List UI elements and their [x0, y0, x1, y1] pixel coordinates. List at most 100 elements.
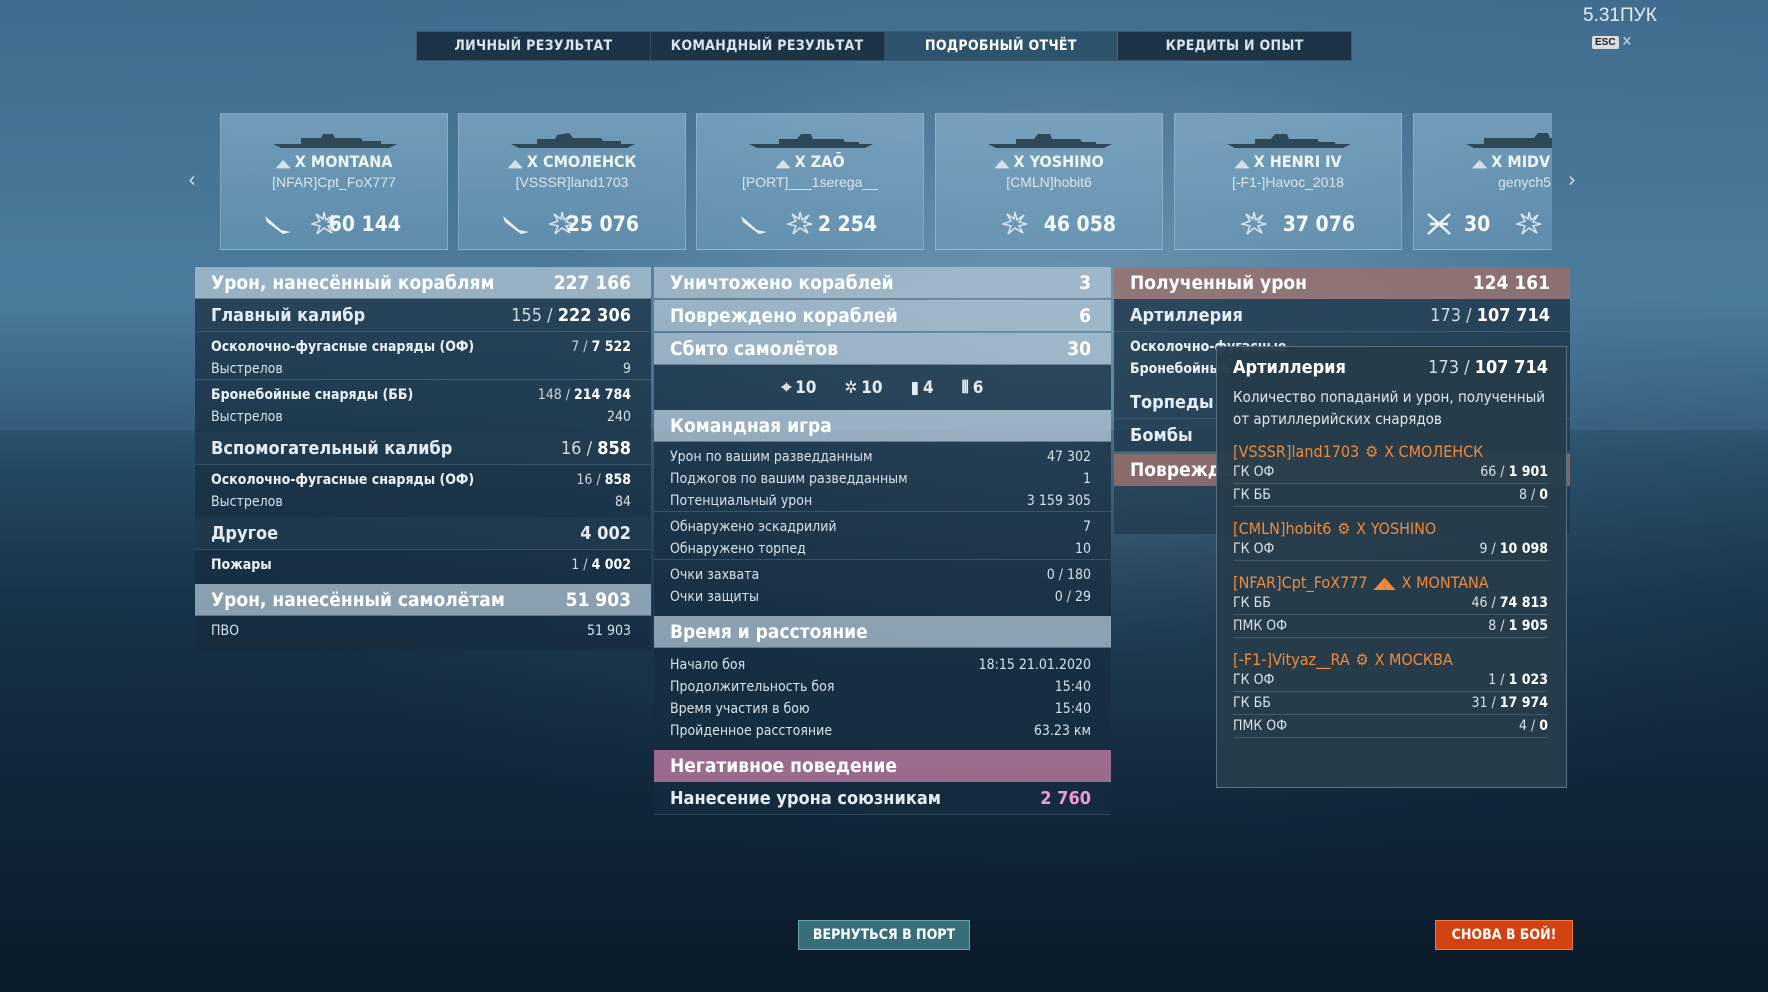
damage-burst-icon — [1002, 211, 1028, 235]
tier-icon: ◢◣ — [275, 157, 291, 170]
ping-readout: 5.31ПУК — [1583, 5, 1657, 26]
label: Бронебойные снаряды (ББ) — [211, 387, 414, 403]
tab-personal[interactable]: ЛИЧНЫЙ РЕЗУЛЬТАТ — [417, 32, 651, 60]
value: 15:40 — [1054, 679, 1091, 695]
ship-card[interactable]: ◢◣ X MONTANA [NFAR]Cpt_FoX777 60 144 — [220, 113, 448, 250]
source-row: ПМК ОФ 8 / 1 905 — [1233, 615, 1548, 638]
fires-row: Пожары 1 / 4 002 — [195, 554, 651, 576]
label: Сбито самолётов — [670, 337, 839, 360]
crosshair-icon: ⌖ — [781, 377, 792, 398]
source-row: ГК ОФ 1 / 1 023 — [1233, 669, 1548, 692]
ship-name: ◢◣ X ZAŌ — [775, 152, 845, 171]
label: Очки защиты — [670, 589, 759, 605]
plane-stat: ✲ 10 — [844, 377, 883, 398]
label: Продолжительность боя — [670, 679, 835, 695]
tab-detailed[interactable]: ПОДРОБНЫЙ ОТЧЁТ — [884, 32, 1119, 60]
damage-ships-header: Урон, нанесённый кораблям 227 166 — [195, 267, 651, 299]
damage-burst-icon — [1241, 211, 1267, 235]
label: Потенциальный урон — [670, 492, 813, 509]
value: 51 903 — [586, 623, 631, 639]
rocket-icon: ⫴ — [961, 377, 969, 398]
ship-name: ◢◣ X СМОЛЕНСК — [507, 152, 637, 171]
label: Выстрелов — [211, 409, 283, 425]
value: 3 — [1079, 271, 1091, 294]
ship-class-icon: ⚙ — [1355, 650, 1369, 669]
aa-row: ПВО 51 903 — [195, 620, 651, 642]
shell-icon — [503, 216, 529, 234]
label: Негативное поведение — [670, 755, 897, 777]
combat-summary-panel: Уничтожено кораблей 3 Повреждено кораблей… — [654, 267, 1111, 815]
value: 1 / 4 002 — [571, 557, 631, 573]
artillery-row[interactable]: Артиллерия 173 / 107 714 — [1114, 299, 1570, 332]
label: Повреждено кораблей — [670, 304, 898, 327]
plane-stat: ⌖ 10 — [781, 377, 817, 398]
carousel-prev-icon[interactable]: ‹ — [188, 168, 196, 193]
source-row: ПМК ОФ 4 / 0 — [1233, 715, 1548, 738]
damage-burst-icon — [787, 211, 813, 235]
value: 7 — [1082, 519, 1091, 535]
label: Артиллерия — [1130, 304, 1243, 326]
tab-team[interactable]: КОМАНДНЫЙ РЕЗУЛЬТАТ — [651, 32, 885, 60]
ship-damage-value: 30 — [1464, 212, 1491, 236]
value: 15:40 — [1054, 701, 1091, 717]
team-play-header: Командная игра — [654, 410, 1111, 442]
ship-card[interactable]: ◢◣ X YOSHINO [CMLN]hobit6 46 058 — [935, 113, 1163, 250]
battle-again-button[interactable]: СНОВА В БОЙ! — [1435, 920, 1573, 950]
shell-icon — [265, 216, 291, 234]
ship-damage-value: 60 144 — [328, 212, 401, 236]
return-to-port-button[interactable]: ВЕРНУТЬСЯ В ПОРТ — [798, 920, 970, 950]
value: 124 161 — [1472, 272, 1550, 294]
tooltip-title: Артиллерия — [1233, 357, 1346, 378]
tier-icon: ◢◣ — [507, 157, 523, 170]
plane-stat: ▮ 4 — [910, 377, 934, 398]
ship-card[interactable]: ◢◣ X HENRI IV [-F1-]Havoc_2018 37 076 — [1174, 113, 1402, 250]
ship-class-icon: ⚙ — [1365, 442, 1379, 461]
close-icon[interactable]: ✕ — [1622, 34, 1633, 50]
label: ПВО — [211, 623, 240, 639]
label: Вспомогательный калибр — [211, 437, 453, 459]
value: 1 — [1082, 471, 1091, 487]
label: Пожары — [211, 557, 272, 573]
secondary-row: Вспомогательный калибр 16 / 858 — [195, 432, 651, 465]
tooltip-description: Количество попаданий и урон, полученный … — [1233, 388, 1546, 428]
ship-card[interactable]: ◢◣ X MIDV genych5 30 — [1413, 113, 1552, 250]
player-name: genych5 — [1498, 174, 1551, 190]
source-header: [-F1-]Vityaz__RA ⚙ X МОСКВА — [1233, 650, 1453, 669]
value: 155 / 222 306 — [511, 304, 631, 326]
tooltip-header: Артиллерия 173 / 107 714 — [1233, 357, 1548, 378]
label: Время и расстояние — [670, 620, 868, 643]
label: Осколочно-фугасные снаряды (ОФ) — [211, 472, 475, 488]
ship-class-icon: ◢◣ — [1373, 573, 1396, 592]
ship-card[interactable]: ◢◣ X СМОЛЕНСК [VSSSR]land1703 25 076 — [458, 113, 686, 250]
label: Бронебойные — [1130, 361, 1230, 377]
sec-he-row: Осколочно-фугасные снаряды (ОФ) 16 / 858 — [195, 469, 651, 491]
damage-dealt-panel: Урон, нанесённый кораблям 227 166 Главный… — [195, 267, 651, 650]
source-row: ГК ББ 46 / 74 813 — [1233, 592, 1548, 615]
carousel-next-icon[interactable]: › — [1568, 168, 1576, 193]
label: Пройденное расстояние — [670, 723, 833, 739]
value: 173 / 107 714 — [1430, 304, 1550, 326]
tier-icon: ◢◣ — [1472, 157, 1488, 170]
player-name: [VSSSR]land1703 — [515, 174, 629, 190]
esc-key-hint: ESC — [1592, 35, 1619, 49]
source-row: ГК ОФ 66 / 1 901 — [1233, 461, 1548, 484]
label: Уничтожено кораблей — [670, 271, 894, 294]
spotting-damage-row: Урон по вашим разведданным 47 302 — [654, 446, 1111, 468]
squadrons-row: Обнаружено эскадрилий 7 — [654, 516, 1111, 538]
time-distance-header: Время и расстояние — [654, 616, 1111, 648]
tab-credits-xp[interactable]: КРЕДИТЫ И ОПЫТ — [1118, 32, 1351, 60]
ship-silhouette-icon — [273, 134, 397, 148]
label: Другое — [211, 522, 279, 544]
close-control[interactable]: ESC ✕ — [1592, 34, 1632, 50]
ship-damage-value: 25 076 — [566, 212, 639, 236]
damage-planes-header: Урон, нанесённый самолётам 51 903 — [195, 584, 651, 616]
fighter-icon: ✲ — [844, 377, 858, 398]
value: 51 903 — [565, 588, 631, 611]
source-row: ГК ББ 8 / 0 — [1233, 484, 1548, 507]
ship-silhouette-icon — [511, 133, 635, 148]
label: Бомбы — [1130, 424, 1193, 446]
value: 18:15 21.01.2020 — [978, 657, 1091, 673]
ship-card[interactable]: ◢◣ X ZAŌ [PORT]___1serega__ 2 254 — [696, 113, 924, 250]
ap-shots-row: Выстрелов 240 — [195, 406, 651, 428]
results-tabs: ЛИЧНЫЙ РЕЗУЛЬТАТ КОМАНДНЫЙ РЕЗУЛЬТАТ ПОД… — [416, 31, 1352, 61]
